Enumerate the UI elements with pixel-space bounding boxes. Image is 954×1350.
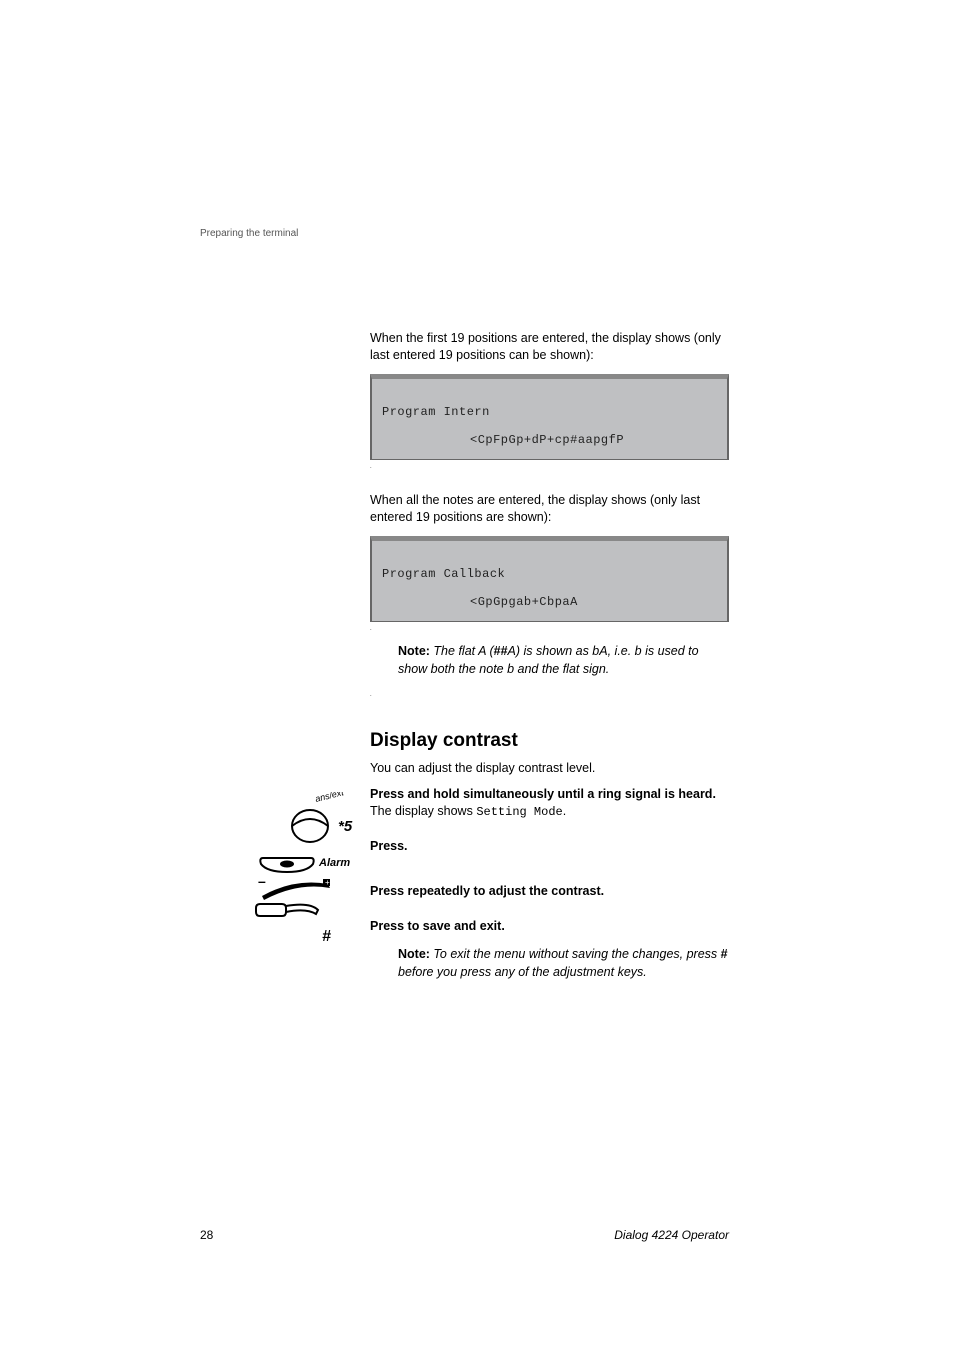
hash-glyph: # [322,928,331,945]
alarm-key-icon [257,854,317,874]
step-1-text: Press and hold simultaneously until a ri… [370,786,729,820]
note-text-a: The flat A ( [430,644,494,658]
alarm-label: Alarm [319,857,350,869]
step1-l2a: The display shows [370,804,476,818]
dot: . [370,464,729,470]
page-footer: 28 Dialog 4224 Operator [200,1228,729,1242]
key-icon-ansext: ans/ext *5 [260,792,360,846]
note2-text-b: before you press any of the adjustment k… [398,965,647,979]
hash-symbol-2: # [721,947,728,961]
page-number: 28 [200,1228,213,1242]
hash-symbol: ## [494,644,508,658]
note-2: Note: To exit the menu without saving th… [370,945,729,981]
step1-bold: Press and hold simultaneously until a ri… [370,786,729,803]
step1-l2b: Setting Mode [476,805,562,819]
dot: . [370,692,729,698]
hash-key-symbol: # [322,928,331,946]
lcd1-line1: Program Intern [382,405,717,419]
lcd1-line2: <CpFpGp+dP+cp#aapgfP [382,433,717,447]
lcd2-line2: <GpGpgab+CbpaA [382,595,717,609]
lcd2-line1: Program Callback [382,567,717,581]
page: Preparing the terminal When the first 19… [0,0,954,1350]
dot: . [370,626,729,632]
svg-text:–: – [258,874,266,889]
volume-rocker-icon: – + [250,874,340,918]
step1-l2c: . [563,804,566,818]
main-content: When the first 19 positions are entered,… [370,330,729,991]
note-1: Note: The flat A (##A) is shown as bA, i… [370,642,729,678]
section-intro: You can adjust the display contrast leve… [370,760,729,777]
note2-text-a: To exit the menu without saving the chan… [430,947,721,961]
lcd-display-2: Program Callback <GpGpgab+CbpaA [370,536,729,622]
step3-bold: Press repeatedly to adjust the contrast. [370,883,729,900]
footer-model: Dialog 4224 Operator [614,1228,729,1242]
step2-bold: Press. [370,838,729,855]
note-label: Note: [398,644,430,658]
star-5-symbol: *5 [338,818,352,835]
note2-label: Note: [398,947,430,961]
step1-line2: The display shows Setting Mode. [370,803,729,820]
running-header: Preparing the terminal [200,228,298,239]
svg-text:+: + [325,878,330,887]
lcd-display-1: Program Intern <CpFpGp+dP+cp#aapgfP [370,374,729,460]
section-title: Display contrast [370,730,729,752]
alarm-key-row: Alarm [257,854,367,874]
svg-text:ans/ext: ans/ext [314,792,345,804]
paragraph-1: When the first 19 positions are entered,… [370,330,729,364]
step4-bold: Press to save and exit. [370,918,729,935]
paragraph-2: When all the notes are entered, the disp… [370,492,729,526]
